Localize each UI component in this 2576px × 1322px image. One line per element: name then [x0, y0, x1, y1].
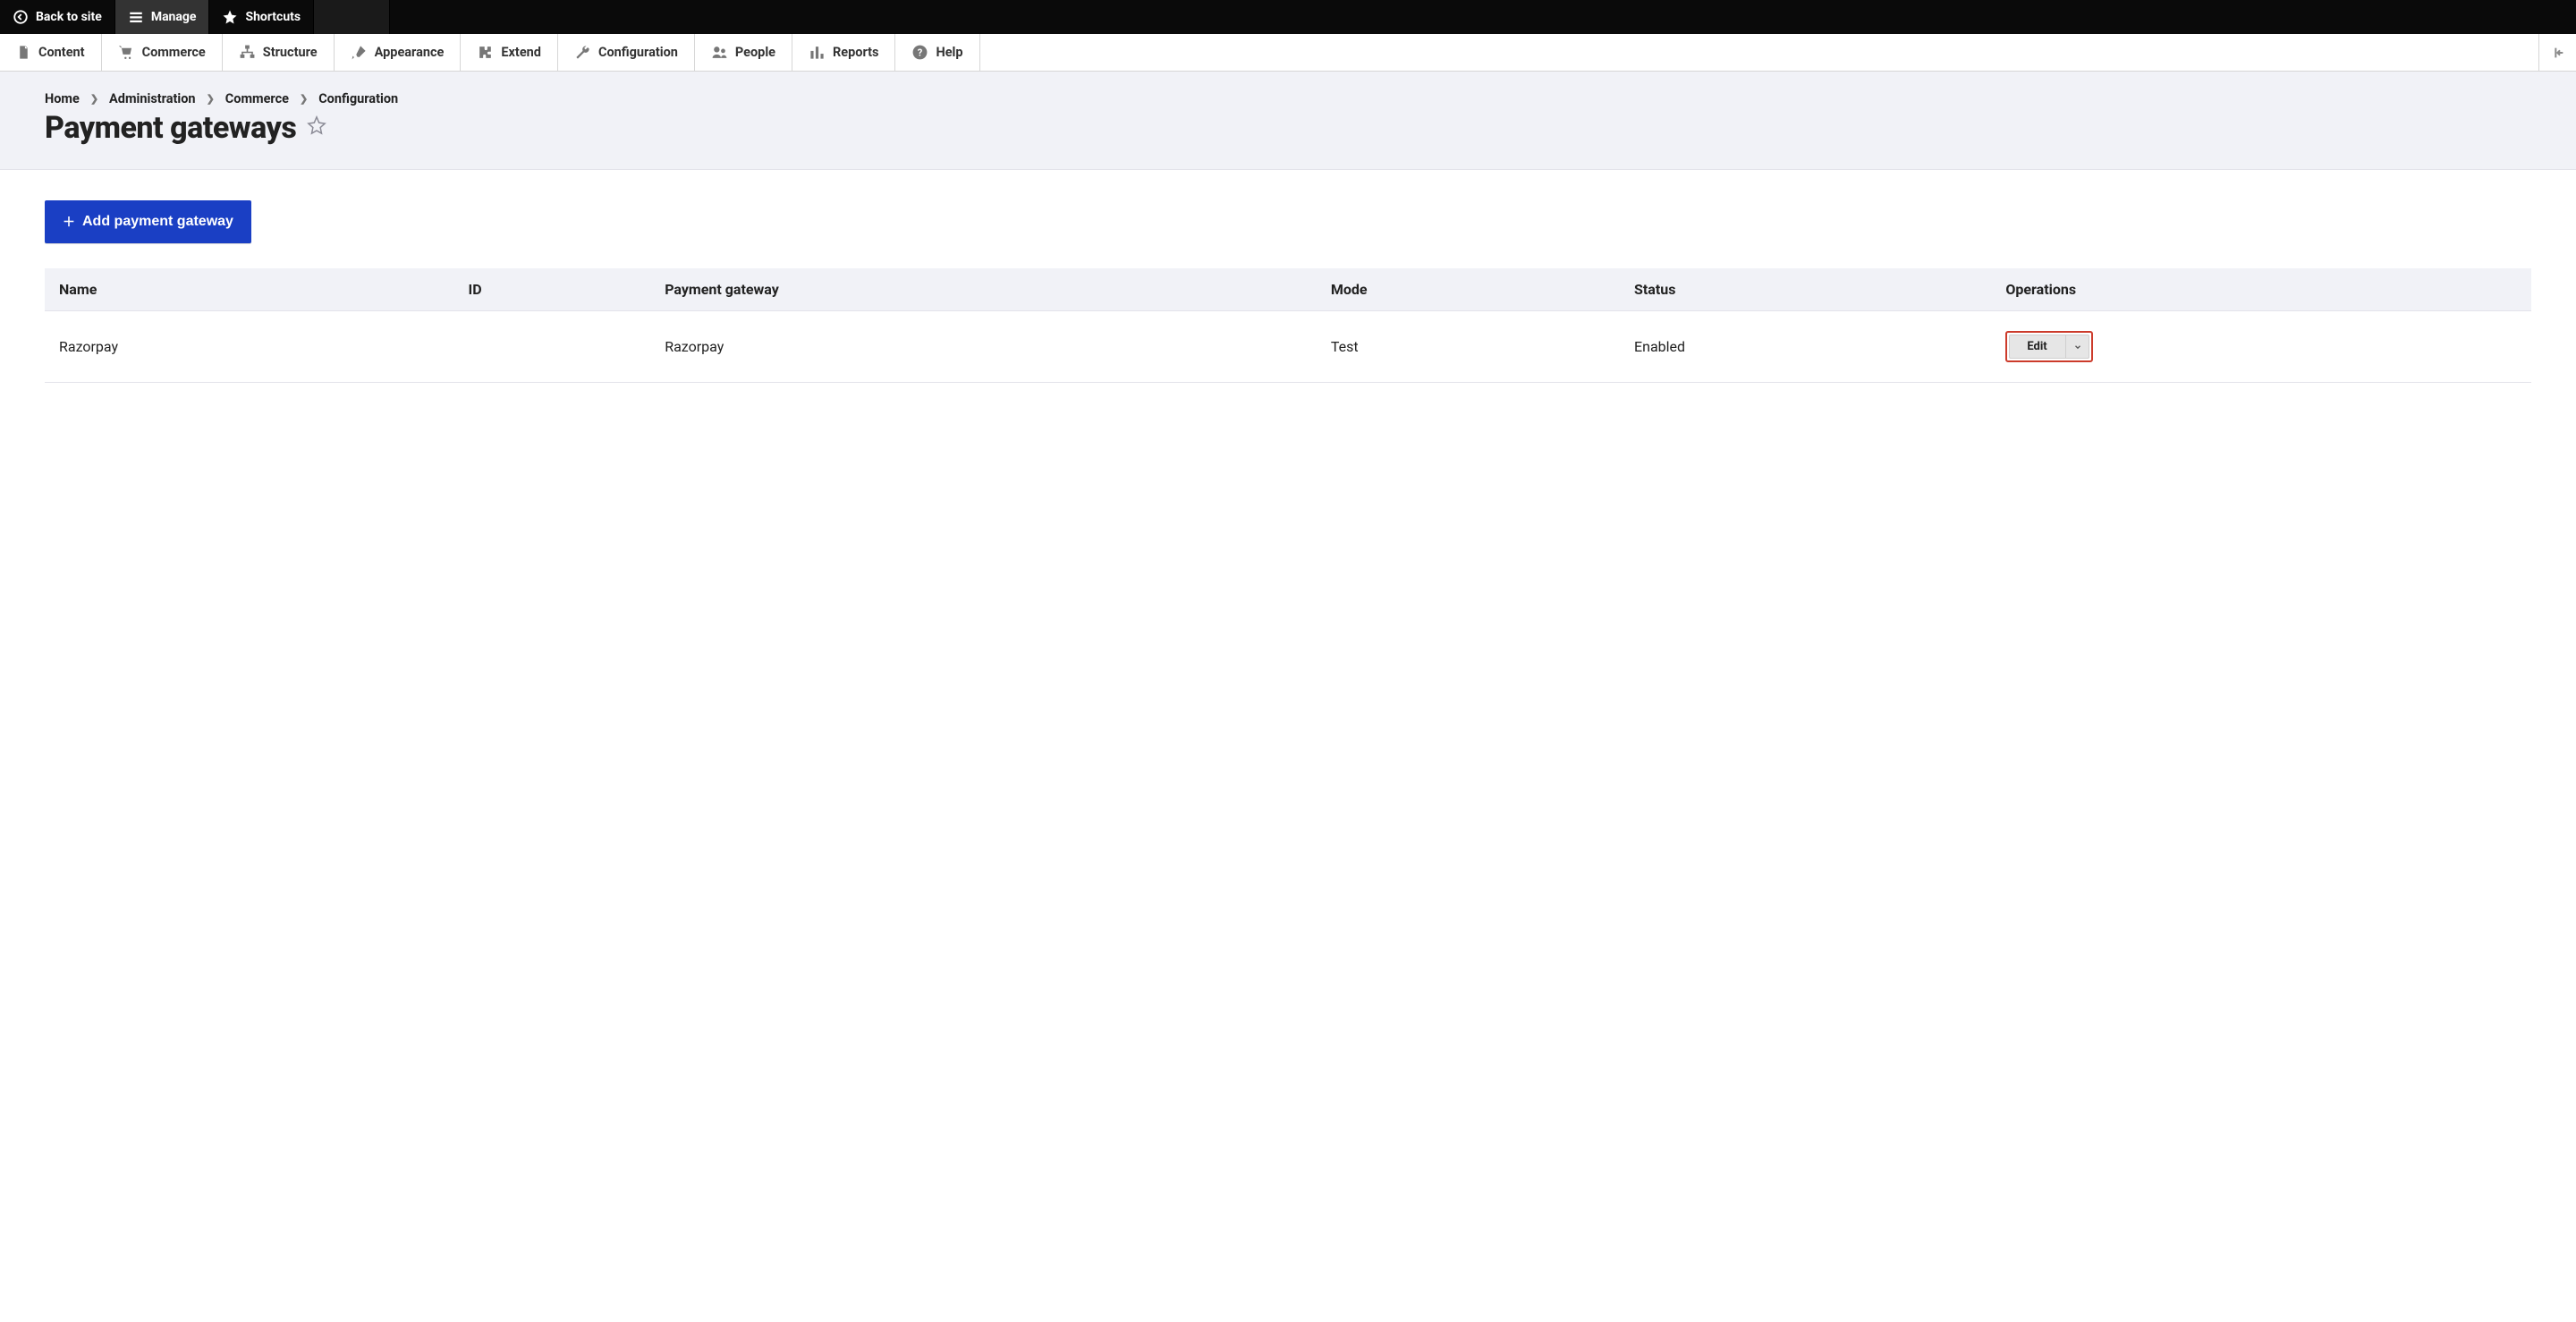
- breadcrumb-administration[interactable]: Administration: [109, 91, 196, 106]
- manage-label: Manage: [151, 10, 197, 24]
- paintbrush-icon: [351, 44, 368, 61]
- col-mode: Mode: [1317, 268, 1620, 311]
- wrench-icon: [574, 44, 591, 61]
- nav-help-label: Help: [936, 45, 962, 60]
- shortcuts-label: Shortcuts: [245, 10, 301, 24]
- operations-dropbutton-highlight: Edit: [2005, 331, 2092, 362]
- cell-status: Enabled: [1620, 311, 1991, 383]
- content-area: ＋ Add payment gateway Name ID Payment ga…: [0, 170, 2576, 413]
- add-payment-gateway-label: Add payment gateway: [82, 214, 233, 230]
- col-name: Name: [45, 268, 454, 311]
- topbar-spacer: [314, 0, 390, 34]
- header-region: Home ❯ Administration ❯ Commerce ❯ Confi…: [0, 72, 2576, 170]
- nav-configuration[interactable]: Configuration: [558, 34, 695, 71]
- nav-structure-label: Structure: [263, 45, 318, 60]
- collapse-icon: [2551, 46, 2565, 60]
- puzzle-icon: [477, 44, 494, 61]
- dropbutton-toggle[interactable]: [2066, 335, 2089, 359]
- col-operations: Operations: [1991, 268, 2531, 311]
- nav-people[interactable]: People: [695, 34, 792, 71]
- nav-structure[interactable]: Structure: [223, 34, 335, 71]
- nav-commerce[interactable]: Commerce: [102, 34, 223, 71]
- back-to-site-label: Back to site: [36, 10, 102, 24]
- topbar: Back to site Manage Shortcuts: [0, 0, 2576, 34]
- star-outline-icon: [307, 115, 326, 135]
- cell-gateway: Razorpay: [650, 311, 1317, 383]
- document-icon: [16, 45, 31, 60]
- breadcrumb-sep-icon: ❯: [300, 93, 308, 105]
- back-arrow-icon: [13, 9, 29, 25]
- collapse-toolbar-button[interactable]: [2538, 34, 2576, 71]
- hamburger-icon: [128, 9, 144, 25]
- cell-operations: Edit: [1991, 311, 2531, 383]
- operations-dropbutton: Edit: [2009, 335, 2089, 359]
- col-id: ID: [454, 268, 651, 311]
- breadcrumb-sep-icon: ❯: [90, 93, 98, 105]
- star-icon: [222, 9, 238, 25]
- page-title-wrap: Payment gateways: [45, 110, 2531, 146]
- cell-mode: Test: [1317, 311, 1620, 383]
- favorite-star-button[interactable]: [307, 115, 326, 140]
- shortcuts-link[interactable]: Shortcuts: [209, 0, 314, 34]
- breadcrumb-configuration[interactable]: Configuration: [318, 91, 398, 106]
- breadcrumb-home[interactable]: Home: [45, 91, 80, 106]
- add-payment-gateway-button[interactable]: ＋ Add payment gateway: [45, 200, 251, 243]
- nav-content[interactable]: Content: [0, 34, 102, 71]
- table-row: Razorpay Razorpay Test Enabled Edit: [45, 311, 2531, 383]
- svg-text:?: ?: [918, 47, 923, 58]
- page-title: Payment gateways: [45, 110, 296, 146]
- breadcrumb: Home ❯ Administration ❯ Commerce ❯ Confi…: [45, 91, 2531, 106]
- chevron-down-icon: [2073, 343, 2082, 352]
- nav-people-label: People: [735, 45, 775, 60]
- nav-appearance-label: Appearance: [375, 45, 445, 60]
- nav-commerce-label: Commerce: [142, 45, 206, 60]
- nav-help[interactable]: ? Help: [895, 34, 979, 71]
- nav-reports[interactable]: Reports: [792, 34, 895, 71]
- nav-content-label: Content: [38, 45, 85, 60]
- plus-icon: ＋: [63, 213, 75, 231]
- hierarchy-icon: [239, 44, 256, 61]
- breadcrumb-commerce[interactable]: Commerce: [225, 91, 289, 106]
- cart-icon: [118, 44, 135, 61]
- cell-name: Razorpay: [45, 311, 454, 383]
- cell-id: [454, 311, 651, 383]
- table-header-row: Name ID Payment gateway Mode Status Oper…: [45, 268, 2531, 311]
- payment-gateways-table: Name ID Payment gateway Mode Status Oper…: [45, 268, 2531, 383]
- help-icon: ?: [911, 44, 928, 61]
- nav-extend[interactable]: Extend: [461, 34, 558, 71]
- nav-appearance[interactable]: Appearance: [335, 34, 462, 71]
- bar-chart-icon: [809, 44, 826, 61]
- nav-reports-label: Reports: [833, 45, 878, 60]
- admin-nav: Content Commerce Structure Appearance Ex…: [0, 34, 2576, 72]
- breadcrumb-sep-icon: ❯: [207, 93, 215, 105]
- nav-configuration-label: Configuration: [598, 45, 678, 60]
- back-to-site-link[interactable]: Back to site: [0, 0, 115, 34]
- col-status: Status: [1620, 268, 1991, 311]
- people-icon: [711, 44, 728, 61]
- col-gateway: Payment gateway: [650, 268, 1317, 311]
- manage-toggle[interactable]: Manage: [115, 0, 210, 34]
- nav-extend-label: Extend: [501, 45, 541, 60]
- edit-button[interactable]: Edit: [2009, 335, 2065, 359]
